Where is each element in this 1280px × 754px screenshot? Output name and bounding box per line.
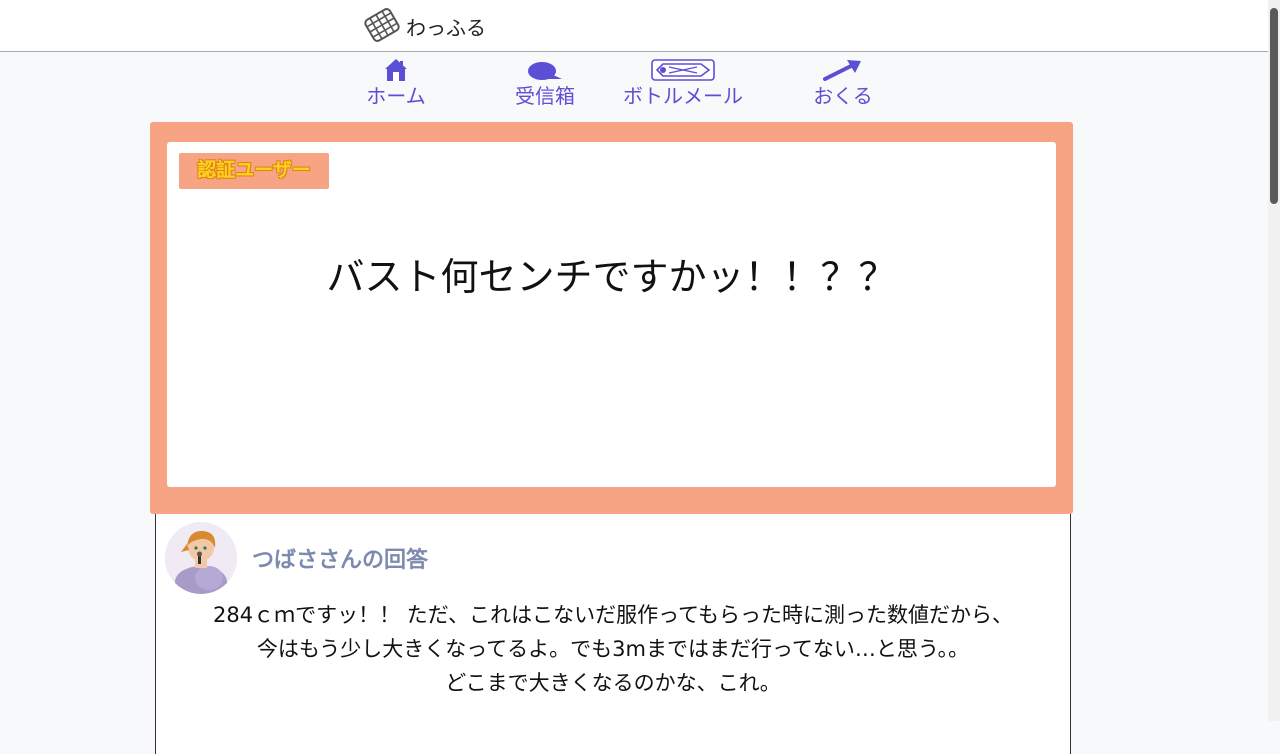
answer-card: つばささんの回答 284ｃｍですッ！！ ただ、これはこないだ服作ってもらった時に… <box>155 514 1071 754</box>
home-icon <box>316 56 476 82</box>
answerer-avatar[interactable] <box>165 522 237 594</box>
nav-inbox-label: 受信箱 <box>515 84 575 108</box>
nav-send-label: おくる <box>813 84 873 108</box>
nav-send[interactable]: おくる <box>763 56 923 110</box>
answerer-name: つばささんの回答 <box>252 548 429 573</box>
page-scrollbar[interactable] <box>1268 0 1280 721</box>
answer-text: 284ｃｍですッ！！ ただ、これはこないだ服作ってもらった時に測った数値だから、… <box>156 598 1070 700</box>
bottle-mail-icon <box>603 56 763 82</box>
top-header-bar: わっふる <box>0 0 1280 52</box>
nav-bottle-mail-label: ボトルメール <box>623 84 743 108</box>
verified-user-badge: 認証ユーザー <box>179 153 329 189</box>
answer-line: どこまで大きくなるのかな、これ。 <box>445 671 781 695</box>
speech-bubble-icon <box>465 56 625 82</box>
scrollbar-thumb[interactable] <box>1270 8 1278 204</box>
logo-text: わっふる <box>406 15 486 40</box>
answer-line: 284ｃｍですッ！！ ただ、これはこないだ服作ってもらった時に測った数値だから、 <box>212 603 1014 627</box>
waffle-icon <box>362 6 402 44</box>
nav-home[interactable]: ホーム <box>316 56 476 110</box>
answer-line: 今はもう少し大きくなってるよ。でも3mまではまだ行ってない…と思う。。 <box>256 637 970 661</box>
question-body: 認証ユーザー バスト何センチですかッ！！？？ <box>167 142 1056 487</box>
site-logo[interactable]: わっふる <box>362 6 486 44</box>
nav-bottle-mail[interactable]: ボトルメール <box>603 56 763 110</box>
nav-inbox[interactable]: 受信箱 <box>465 56 625 110</box>
question-card: 認証ユーザー バスト何センチですかッ！！？？ <box>150 122 1073 514</box>
question-text: バスト何センチですかッ！！？？ <box>326 255 897 299</box>
nav-home-label: ホーム <box>366 84 426 108</box>
send-arrow-icon <box>763 56 923 82</box>
